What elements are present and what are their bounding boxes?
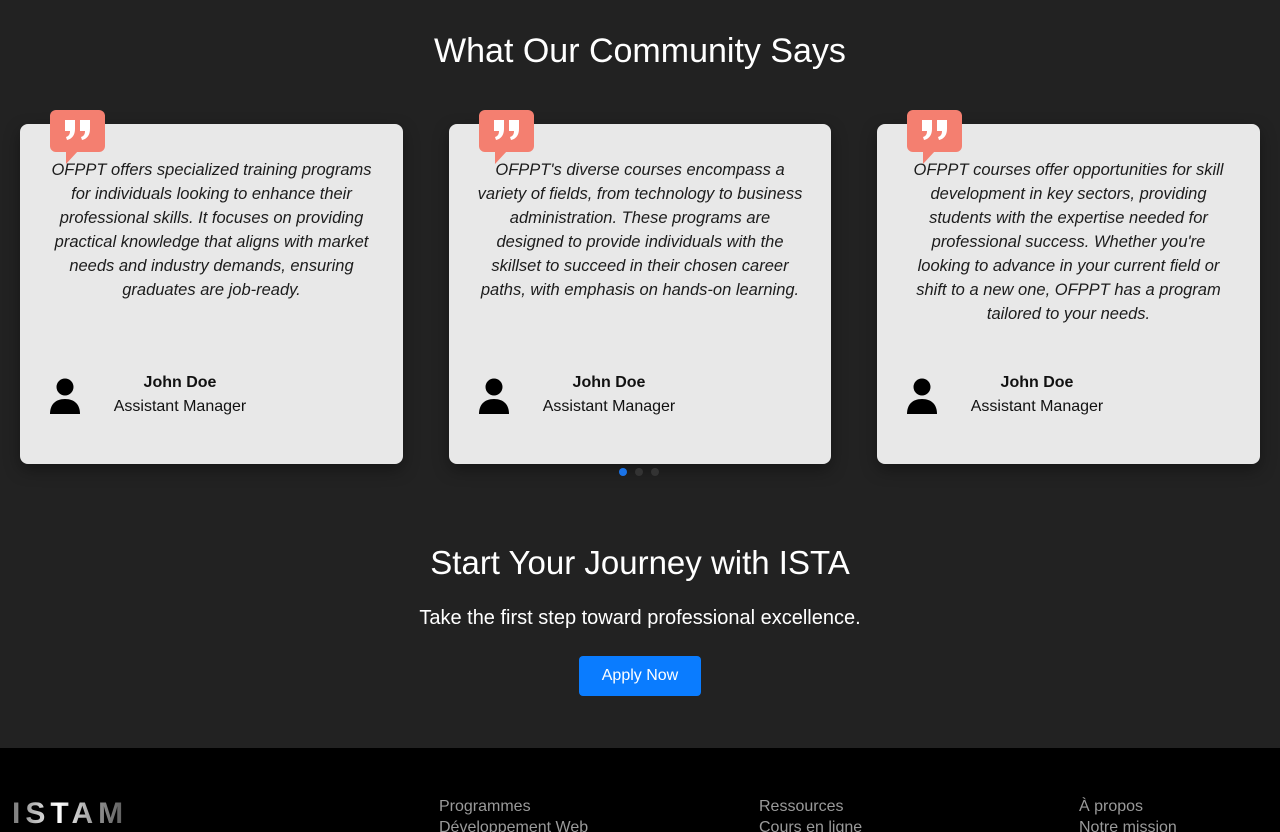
testimonials-section: What Our Community Says OFPPT offers spe… [0, 0, 1280, 500]
cta-subtitle: Take the first step toward professional … [419, 607, 861, 629]
author-name: John Doe [1000, 374, 1074, 391]
cta-title: Start Your Journey with ISTA [430, 544, 850, 581]
footer-link[interactable]: Ressources [759, 796, 862, 817]
quote-icon [50, 110, 105, 164]
carousel-dot[interactable] [635, 468, 643, 476]
author-role: Assistant Manager [970, 398, 1104, 415]
carousel-dot[interactable] [651, 468, 659, 476]
author-name: John Doe [143, 374, 217, 391]
user-icon [479, 378, 509, 414]
footer-logo[interactable]: ISTAM [12, 797, 128, 831]
author-role: Assistant Manager [113, 398, 247, 415]
testimonial-quote: OFPPT courses offer opportunities for sk… [913, 161, 1224, 323]
footer-link[interactable]: Programmes [439, 796, 588, 817]
quote-icon [479, 110, 534, 164]
author-name: John Doe [572, 374, 646, 391]
apply-now-button[interactable]: Apply Now [579, 656, 701, 696]
footer-column-a-propos: À propos Notre mission [1079, 796, 1177, 832]
user-icon [50, 378, 80, 414]
testimonial-author: John Doe Assistant Manager [479, 374, 801, 424]
testimonials-title: What Our Community Says [434, 32, 846, 70]
testimonial-quote: OFPPT's diverse courses encompass a vari… [477, 161, 803, 299]
footer-column-ressources: Ressources Cours en ligne [759, 796, 862, 832]
testimonial-card: OFPPT offers specialized training progra… [20, 110, 403, 464]
testimonial-quote: OFPPT offers specialized training progra… [51, 161, 372, 299]
footer-link[interactable]: Développement Web [439, 817, 588, 832]
testimonial-card: OFPPT's diverse courses encompass a vari… [449, 110, 831, 464]
footer: ISTAM Programmes Développement Web Resso… [0, 748, 1280, 832]
quote-icon [907, 110, 962, 164]
footer-link[interactable]: Cours en ligne [759, 817, 862, 832]
footer-link[interactable]: Notre mission [1079, 817, 1177, 832]
carousel-dot-active[interactable] [619, 468, 627, 476]
testimonial-author: John Doe Assistant Manager [907, 374, 1230, 424]
footer-link[interactable]: À propos [1079, 796, 1177, 817]
testimonial-author: John Doe Assistant Manager [50, 374, 373, 424]
cta-section: Start Your Journey with ISTA Take the fi… [0, 500, 1280, 748]
footer-column-programmes: Programmes Développement Web [439, 796, 588, 832]
testimonial-card: OFPPT courses offer opportunities for sk… [877, 110, 1260, 464]
user-icon [907, 378, 937, 414]
author-role: Assistant Manager [542, 398, 676, 415]
